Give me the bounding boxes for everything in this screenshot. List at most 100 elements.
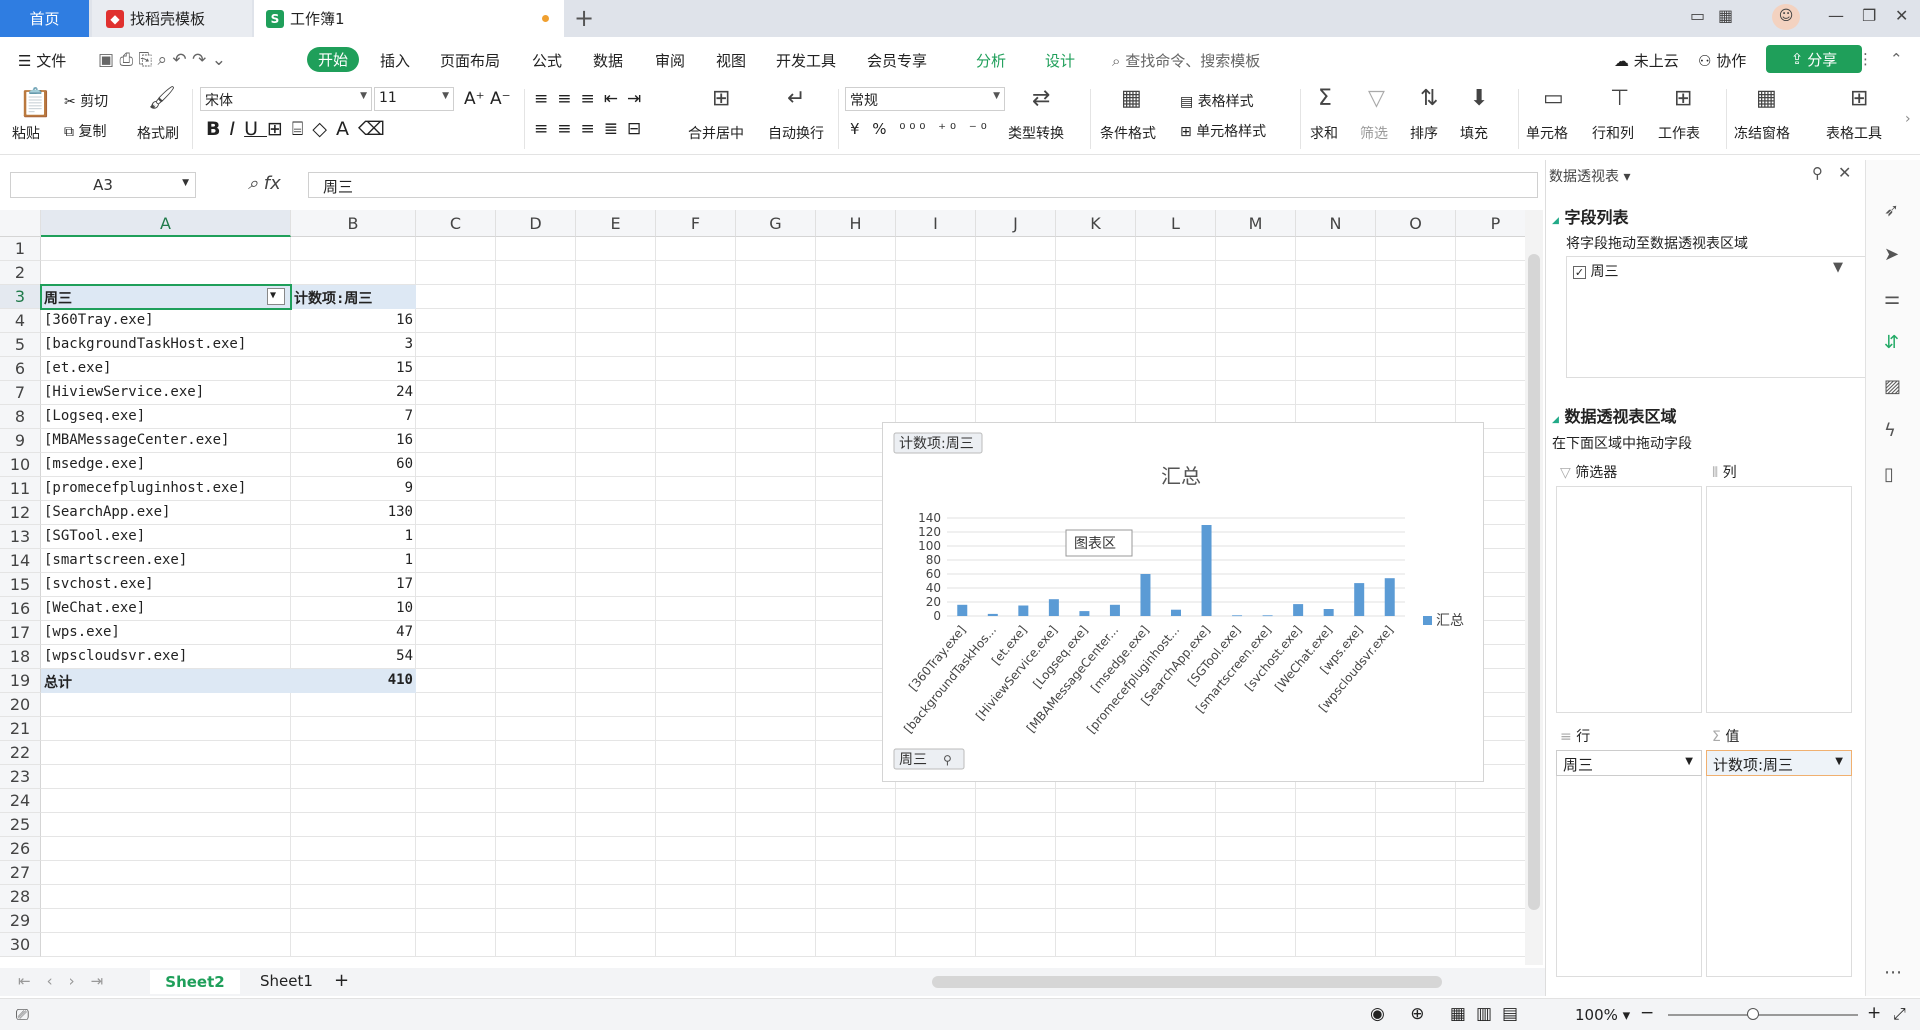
row-header[interactable]: 10 (0, 453, 41, 477)
row-header[interactable]: 23 (0, 765, 41, 789)
add-sheet-button[interactable]: + (334, 970, 349, 991)
file-menu[interactable]: ☰ 文件 (18, 50, 66, 71)
select-all-corner[interactable] (0, 210, 41, 237)
row-header[interactable]: 15 (0, 573, 41, 597)
filter-button[interactable]: 筛选 (1360, 123, 1388, 143)
vertical-scroll-thumb[interactable] (1528, 254, 1540, 910)
minimize-button[interactable]: — (1828, 6, 1844, 25)
menu-review[interactable]: 审阅 (655, 50, 685, 71)
row-field-dropdown[interactable]: 周三 ▼ (1556, 750, 1702, 776)
copy-button[interactable]: ⧉ 复制 (64, 121, 106, 141)
pivot-item-count[interactable]: 60 (291, 453, 416, 477)
pivot-item-count[interactable]: 3 (291, 333, 416, 357)
tab-home[interactable]: 首页 (0, 0, 89, 37)
cut-button[interactable]: ✂ 剪切 (64, 91, 108, 111)
cell-icon[interactable]: ▭ (1543, 88, 1564, 110)
row-header[interactable]: 17 (0, 621, 41, 645)
row-header[interactable]: 1 (0, 237, 41, 261)
type-convert-button[interactable]: 类型转换 (1008, 123, 1064, 143)
column-header-b[interactable]: B (291, 210, 416, 237)
layout-icon[interactable]: ▭ (1690, 6, 1705, 25)
row-header[interactable]: 9 (0, 429, 41, 453)
cell-style-button[interactable]: ⊞ 单元格样式 (1180, 121, 1266, 141)
column-header-f[interactable]: F (656, 210, 736, 237)
row-header[interactable]: 2 (0, 261, 41, 285)
row-col-button[interactable]: 行和列 (1592, 123, 1634, 143)
more-icon[interactable]: ⋮ (1858, 50, 1873, 68)
row-header[interactable]: 30 (0, 933, 41, 957)
zoom-out-button[interactable]: − (1640, 1003, 1654, 1023)
menu-design[interactable]: 设计 (1045, 50, 1075, 71)
row-header[interactable]: 13 (0, 525, 41, 549)
macro-icon[interactable]: ⎚ (16, 1005, 29, 1025)
row-col-icon[interactable]: ⊤ (1610, 88, 1629, 110)
menu-insert[interactable]: 插入 (380, 50, 410, 71)
zoom-in-button[interactable]: + (1867, 1003, 1881, 1023)
book-icon[interactable]: ▯ (1884, 464, 1894, 485)
pivot-item-name[interactable]: [MBAMessageCenter.exe] (41, 429, 291, 453)
pivot-item-name[interactable]: [wpscloudsvr.exe] (41, 645, 291, 669)
row-header[interactable]: 11 (0, 477, 41, 501)
collapse-ribbon-icon[interactable]: ⌃ (1890, 50, 1903, 68)
column-header-c[interactable]: C (416, 210, 496, 237)
merge-center-button[interactable]: 合并居中 (688, 123, 744, 143)
zoom-slider-handle[interactable] (1747, 1008, 1759, 1020)
fields-section-title[interactable]: ◢ 字段列表 (1552, 204, 1629, 228)
pivot-item-count[interactable]: 1 (291, 525, 416, 549)
filter-drop-zone[interactable] (1556, 486, 1702, 713)
row-header[interactable]: 27 (0, 861, 41, 885)
pivot-item-count[interactable]: 47 (291, 621, 416, 645)
menu-developer[interactable]: 开发工具 (776, 50, 836, 71)
pivot-item-name[interactable]: [wps.exe] (41, 621, 291, 645)
column-header-n[interactable]: N (1296, 210, 1376, 237)
field-item[interactable]: ✓ 周三 (1573, 261, 1618, 281)
conditional-format-button[interactable]: 条件格式 (1100, 123, 1156, 143)
area-section-title[interactable]: ◢ 数据透视表区域 (1552, 403, 1677, 427)
column-header-i[interactable]: I (896, 210, 976, 237)
fullscreen-icon[interactable]: ⤢ (1893, 1004, 1906, 1024)
row-drop-zone[interactable] (1556, 750, 1702, 977)
row-header[interactable]: 24 (0, 789, 41, 813)
pivot-header-b[interactable]: 计数项:周三 (291, 285, 416, 309)
pivot-item-name[interactable]: [msedge.exe] (41, 453, 291, 477)
value-drop-zone[interactable] (1706, 750, 1852, 977)
table-tools-icon[interactable]: ⊞ (1850, 88, 1868, 110)
column-header-l[interactable]: L (1136, 210, 1216, 237)
pivot-item-count[interactable]: 130 (291, 501, 416, 525)
column-header-j[interactable]: J (976, 210, 1056, 237)
row-header[interactable]: 25 (0, 813, 41, 837)
font-grow-shrink-icons[interactable]: A⁺ A⁻ (464, 89, 511, 109)
format-painter-button[interactable]: 格式刷 (137, 123, 179, 143)
pivot-item-count[interactable]: 15 (291, 357, 416, 381)
pane-title[interactable]: 数据透视表 ▾ (1549, 166, 1630, 186)
row-header[interactable]: 22 (0, 741, 41, 765)
pivot-item-count[interactable]: 54 (291, 645, 416, 669)
share-button[interactable]: ⇪ 分享 (1766, 45, 1862, 73)
pin-icon[interactable]: ⚲ (1812, 164, 1823, 182)
image-icon[interactable]: ▨ (1884, 376, 1901, 397)
formula-input[interactable]: 周三 (308, 172, 1538, 198)
lightning-icon[interactable]: ϟ (1884, 420, 1896, 441)
sheet-nav-arrows[interactable]: ⇤‹›⇥ (18, 972, 119, 990)
menu-start[interactable]: 开始 (307, 47, 360, 72)
funnel-icon[interactable]: ▽ (1368, 88, 1385, 110)
pivot-item-name[interactable]: [svchost.exe] (41, 573, 291, 597)
pivot-item-name[interactable]: [promecefpluginhost.exe] (41, 477, 291, 501)
pivot-item-count[interactable]: 16 (291, 429, 416, 453)
row-header[interactable]: 28 (0, 885, 41, 909)
paste-button[interactable]: 粘贴 (12, 123, 40, 143)
row-header[interactable]: 29 (0, 909, 41, 933)
zoom-slider[interactable] (1668, 1014, 1858, 1016)
menu-analyze[interactable]: 分析 (976, 50, 1006, 71)
view-icons[interactable]: ◉ ⊕ ▦▥▤ (1370, 1004, 1528, 1024)
sum-button[interactable]: 求和 (1310, 123, 1338, 143)
convert-icon[interactable]: ⇄ (1032, 88, 1050, 110)
font-style-icons[interactable]: BIU⊞⌸◇A⌫ (206, 118, 394, 140)
wrap-text-icon[interactable]: ↵ (787, 88, 805, 110)
row-header[interactable]: 16 (0, 597, 41, 621)
pivot-icon[interactable]: ⇵ (1884, 332, 1899, 353)
wrap-text-button[interactable]: 自动换行 (768, 123, 824, 143)
column-header-o[interactable]: O (1376, 210, 1456, 237)
pivot-item-name[interactable]: [360Tray.exe] (41, 309, 291, 333)
table-tools-button[interactable]: 表格工具 (1826, 123, 1882, 143)
